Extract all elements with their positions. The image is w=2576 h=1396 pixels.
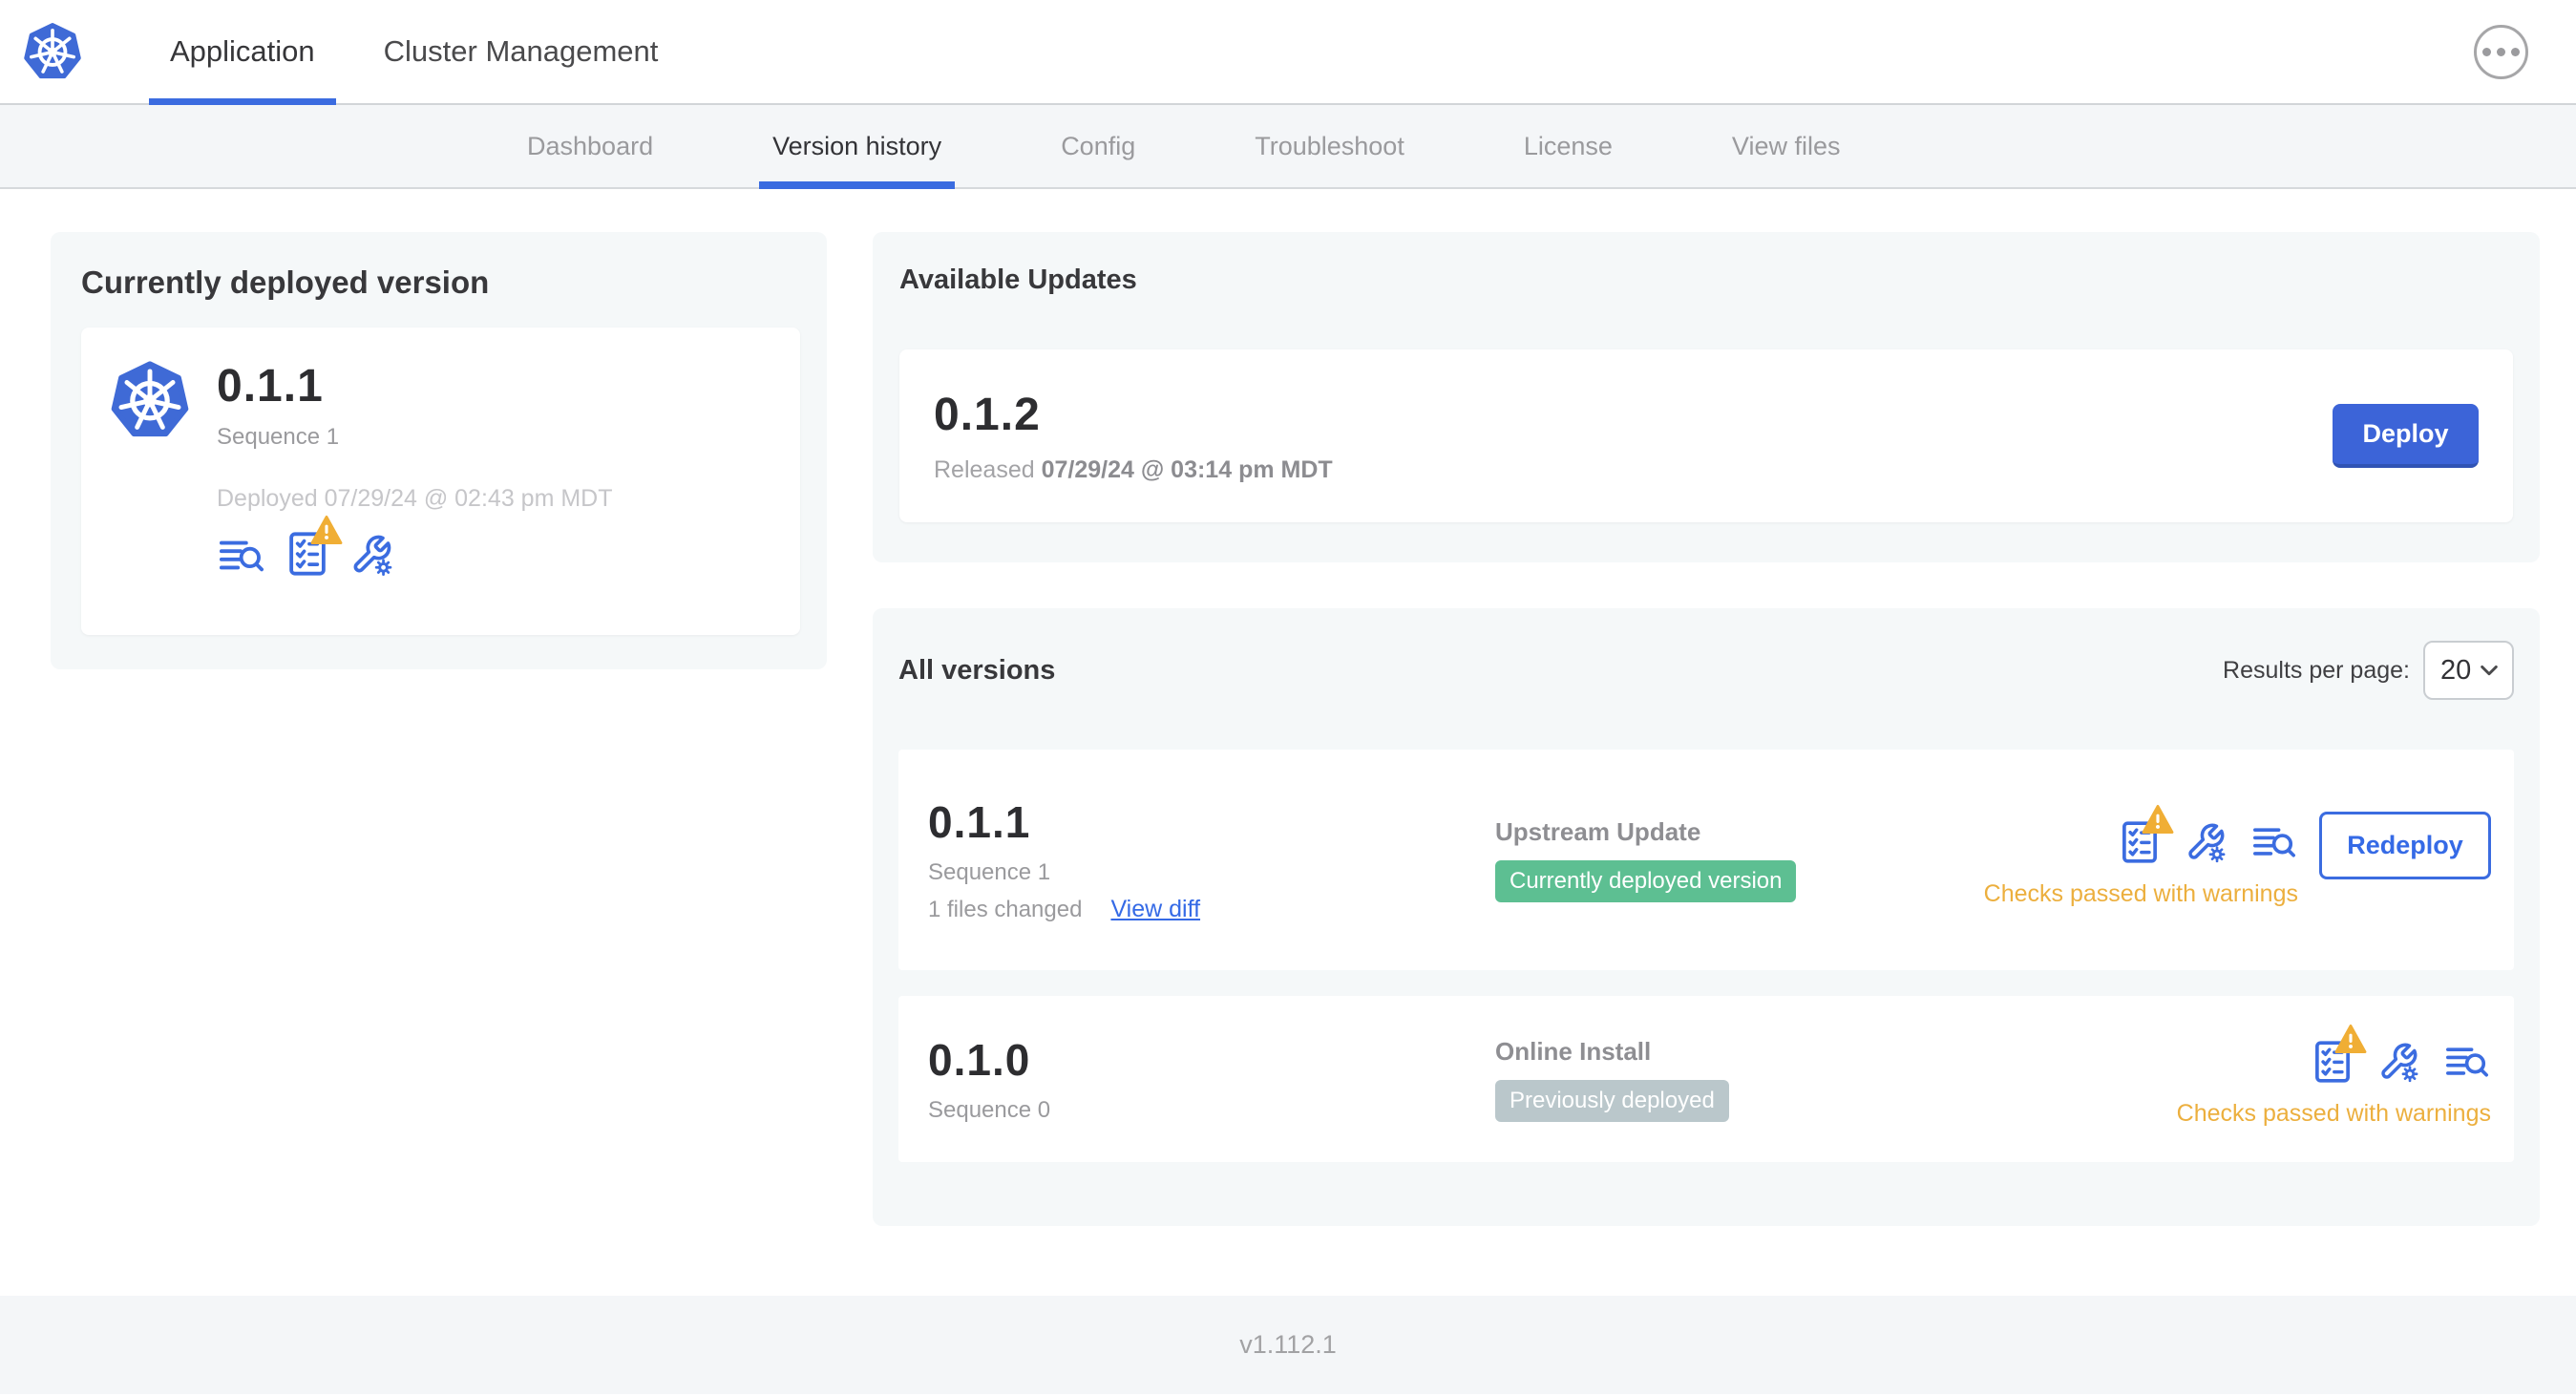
version-source-label: Upstream Update bbox=[1495, 817, 1701, 846]
preflight-status-text: Checks passed with warnings bbox=[1983, 880, 2298, 907]
available-update-row: 0.1.2 Released 07/29/24 @ 03:14 pm MDT D… bbox=[899, 349, 2513, 522]
results-per-page-value: 20 bbox=[2440, 654, 2472, 686]
kubernetes-logo bbox=[23, 22, 82, 81]
tab-version-history[interactable]: Version history bbox=[759, 105, 956, 189]
available-updates-title: Available Updates bbox=[899, 264, 1137, 295]
deploy-logs-button[interactable] bbox=[2443, 1041, 2491, 1083]
tab-config[interactable]: Config bbox=[1061, 105, 1135, 187]
config-wrench-icon bbox=[2376, 1040, 2420, 1084]
config-button[interactable] bbox=[2376, 1040, 2420, 1084]
overflow-menu-button[interactable] bbox=[2474, 24, 2528, 79]
warning-triangle-icon bbox=[2334, 1024, 2367, 1054]
current-version-actions bbox=[217, 530, 613, 578]
currently-deployed-badge: Currently deployed version bbox=[1495, 860, 1797, 902]
update-version-number: 0.1.2 bbox=[934, 389, 1041, 440]
available-updates-card: Available Updates 0.1.2 Released 07/29/2… bbox=[873, 232, 2540, 562]
top-nav: Application Cluster Management bbox=[0, 0, 2576, 105]
version-source-label: Online Install bbox=[1495, 1036, 1652, 1066]
row-version-actions bbox=[2119, 819, 2298, 865]
preflight-checks-button[interactable] bbox=[2312, 1039, 2354, 1085]
config-wrench-icon bbox=[2184, 820, 2228, 864]
view-diff-link[interactable]: View diff bbox=[1110, 896, 1200, 923]
row-version-sequence: Sequence 0 bbox=[928, 1097, 1051, 1123]
previously-deployed-badge: Previously deployed bbox=[1495, 1079, 1729, 1122]
currently-deployed-card: Currently deployed version 0.1.1 Sequenc… bbox=[51, 232, 827, 669]
current-version-sequence: Sequence 1 bbox=[217, 424, 340, 450]
main-content: Currently deployed version 0.1.1 Sequenc… bbox=[0, 189, 2576, 1296]
deploy-logs-button[interactable] bbox=[217, 534, 266, 578]
warning-triangle-icon bbox=[2142, 804, 2174, 835]
deploy-logs-icon bbox=[2250, 821, 2298, 863]
results-per-page-select[interactable]: 20 bbox=[2423, 641, 2514, 700]
current-version-deployed-date: Deployed 07/29/24 @ 02:43 pm MDT bbox=[217, 485, 613, 512]
tab-troubleshoot[interactable]: Troubleshoot bbox=[1255, 105, 1404, 187]
tab-cluster-management-label: Cluster Management bbox=[383, 34, 659, 68]
tab-license[interactable]: License bbox=[1524, 105, 1613, 187]
preflight-status-text: Checks passed with warnings bbox=[2176, 1099, 2491, 1127]
preflight-checks-button[interactable] bbox=[285, 530, 329, 578]
config-button[interactable] bbox=[348, 532, 394, 578]
row-version-sequence: Sequence 1 bbox=[928, 859, 1051, 885]
row-version-actions bbox=[2312, 1039, 2491, 1085]
config-wrench-icon bbox=[348, 532, 394, 578]
deploy-logs-icon bbox=[217, 534, 266, 578]
top-nav-tabs: Application Cluster Management bbox=[149, 0, 680, 105]
tab-application-label: Application bbox=[170, 34, 315, 68]
warning-triangle-icon bbox=[310, 515, 343, 545]
right-column: Available Updates 0.1.2 Released 07/29/2… bbox=[873, 232, 2540, 1226]
currently-deployed-title: Currently deployed version bbox=[81, 264, 490, 300]
tab-cluster-management[interactable]: Cluster Management bbox=[363, 0, 680, 103]
current-version-number: 0.1.1 bbox=[217, 361, 324, 412]
all-versions-title: All versions bbox=[898, 654, 1056, 686]
version-row-0-1-0: 0.1.0 Sequence 0 Online Install Previous… bbox=[898, 996, 2514, 1162]
config-button[interactable] bbox=[2184, 820, 2228, 864]
redeploy-button[interactable]: Redeploy bbox=[2319, 812, 2491, 879]
preflight-checks-button[interactable] bbox=[2119, 819, 2161, 865]
ellipsis-icon bbox=[2482, 47, 2491, 56]
row-version-number: 0.1.0 bbox=[928, 1035, 1031, 1085]
tab-dashboard[interactable]: Dashboard bbox=[527, 105, 653, 187]
update-released-date: 07/29/24 @ 03:14 pm MDT bbox=[1041, 455, 1333, 483]
tab-application[interactable]: Application bbox=[149, 0, 336, 105]
version-row-0-1-1: 0.1.1 Sequence 1 1 files changed View di… bbox=[898, 750, 2514, 970]
tab-view-files[interactable]: View files bbox=[1732, 105, 1841, 187]
deploy-button[interactable]: Deploy bbox=[2333, 404, 2479, 468]
deploy-logs-button[interactable] bbox=[2250, 821, 2298, 863]
all-versions-card: All versions Results per page: 20 0.1.1 … bbox=[873, 608, 2540, 1226]
footer: v1.112.1 bbox=[0, 1296, 2576, 1394]
console-version: v1.112.1 bbox=[1239, 1330, 1337, 1359]
results-per-page: Results per page: 20 bbox=[2223, 641, 2514, 700]
row-version-number: 0.1.1 bbox=[928, 797, 1031, 847]
chevron-down-icon bbox=[2480, 665, 2499, 677]
results-per-page-label: Results per page: bbox=[2223, 656, 2410, 684]
deploy-logs-icon bbox=[2443, 1041, 2491, 1083]
currently-deployed-version-card: 0.1.1 Sequence 1 Deployed 07/29/24 @ 02:… bbox=[81, 328, 800, 635]
kubernetes-app-icon bbox=[110, 360, 190, 440]
app-sub-nav: Dashboard Version history Config Trouble… bbox=[0, 105, 2576, 189]
update-released-line: Released 07/29/24 @ 03:14 pm MDT bbox=[934, 455, 1333, 483]
files-changed-label: 1 files changed bbox=[928, 897, 1083, 922]
